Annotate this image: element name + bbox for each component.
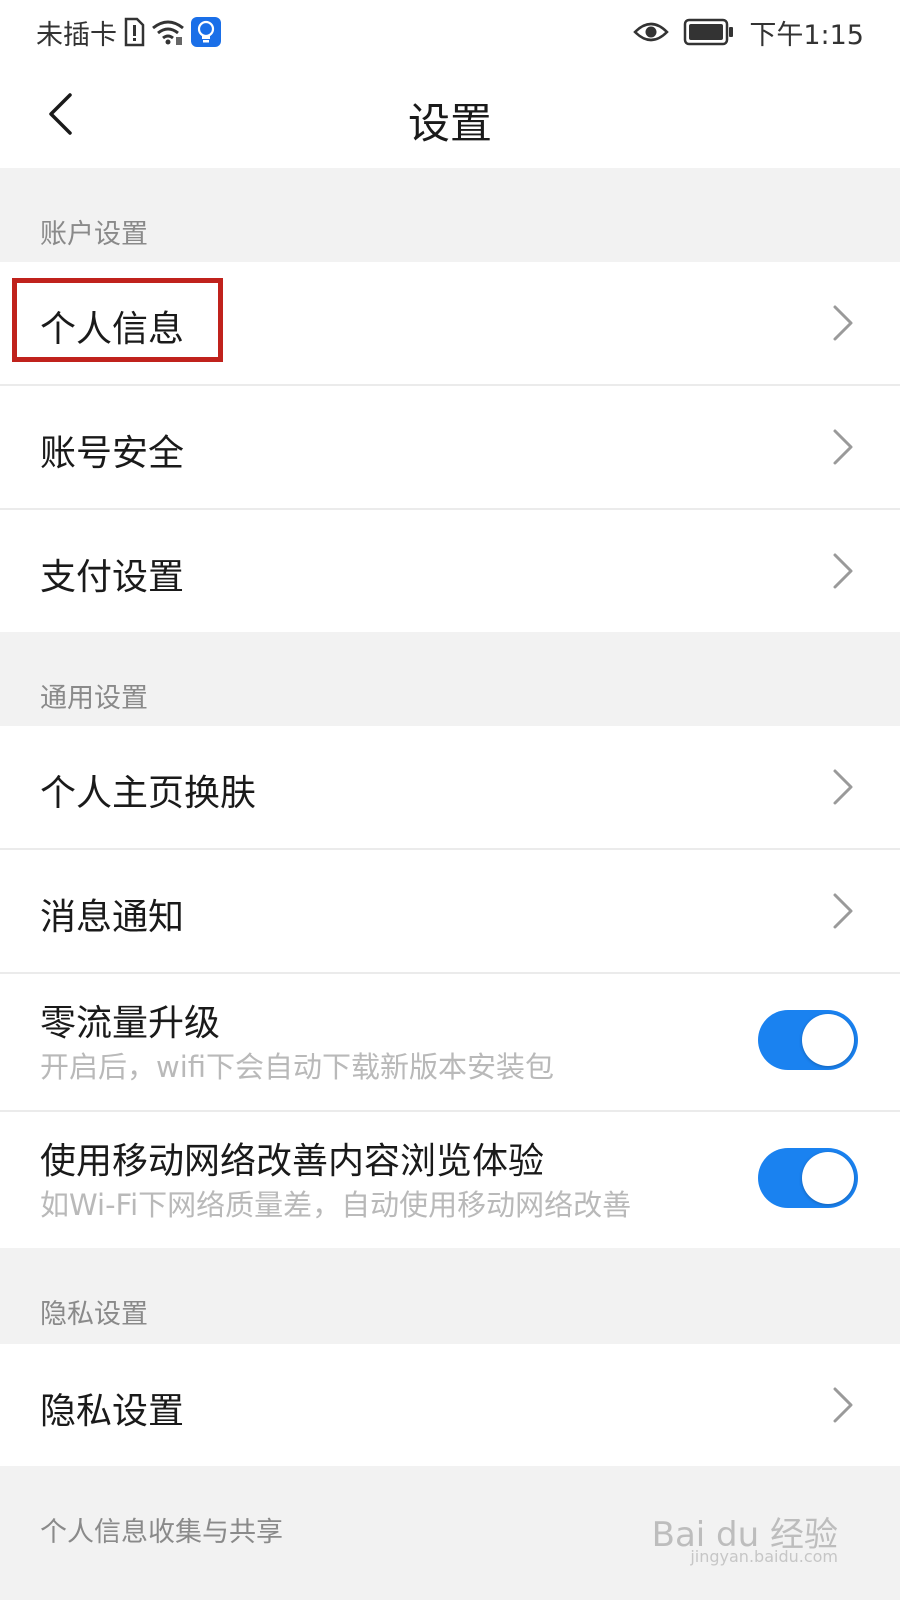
section-header-label: 个人信息收集与共享 bbox=[40, 1517, 283, 1548]
settings-row-zero-data-upgrade: 零流量升级 开启后，wifi下会自动下载新版本安装包 bbox=[0, 974, 900, 1110]
chevron-right-icon bbox=[833, 553, 853, 589]
settings-row-account-security[interactable]: 账号安全 bbox=[0, 386, 900, 508]
row-label: 个人主页换肤 bbox=[40, 773, 257, 814]
section-header-account: 账户设置 bbox=[0, 168, 900, 262]
nav-bar: 设置 bbox=[0, 62, 900, 168]
row-sublabel: 开启后，wifi下会自动下载新版本安装包 bbox=[40, 1050, 555, 1084]
mobile-network-boost-toggle[interactable] bbox=[758, 1148, 858, 1208]
row-label: 消息通知 bbox=[40, 897, 185, 938]
chevron-right-icon bbox=[833, 429, 853, 465]
toggle-knob bbox=[802, 1014, 854, 1066]
status-left: 未插卡 bbox=[36, 12, 221, 52]
chevron-right-icon bbox=[833, 305, 853, 341]
settings-row-homepage-skin[interactable]: 个人主页换肤 bbox=[0, 726, 900, 848]
status-bar: 未插卡 下午1:15 bbox=[0, 0, 900, 62]
baidu-jingyan-watermark: Bai du 经验 jingyan.baidu.com bbox=[652, 1507, 838, 1566]
lightbulb-app-icon bbox=[191, 17, 221, 47]
wifi-icon bbox=[151, 18, 185, 46]
row-sublabel: 如Wi-Fi下网络质量差，自动使用移动网络改善 bbox=[40, 1188, 632, 1222]
highlight-annotation-box bbox=[12, 278, 223, 362]
chevron-right-icon bbox=[833, 893, 853, 929]
settings-row-privacy[interactable]: 隐私设置 bbox=[0, 1344, 900, 1466]
clock: 下午1:15 bbox=[749, 19, 864, 51]
status-right: 下午1:15 bbox=[633, 12, 864, 52]
page-title: 设置 bbox=[407, 99, 492, 148]
section-header-label: 隐私设置 bbox=[40, 1299, 148, 1330]
carrier-label: 未插卡 bbox=[36, 19, 117, 51]
row-label: 隐私设置 bbox=[40, 1391, 185, 1432]
row-label: 零流量升级 bbox=[40, 1003, 221, 1044]
watermark-url: jingyan.baidu.com bbox=[690, 1547, 838, 1566]
eye-icon bbox=[633, 20, 670, 44]
row-label: 使用移动网络改善内容浏览体验 bbox=[40, 1141, 545, 1182]
toggle-knob bbox=[802, 1152, 854, 1204]
section-header-label: 通用设置 bbox=[40, 683, 148, 714]
section-header-label: 账户设置 bbox=[40, 219, 148, 250]
settings-row-mobile-network-boost: 使用移动网络改善内容浏览体验 如Wi-Fi下网络质量差，自动使用移动网络改善 bbox=[0, 1112, 900, 1248]
chevron-right-icon bbox=[833, 1387, 853, 1423]
zero-data-upgrade-toggle[interactable] bbox=[758, 1010, 858, 1070]
row-label: 支付设置 bbox=[40, 557, 185, 598]
battery-icon bbox=[683, 18, 735, 46]
sim-alert-icon bbox=[123, 17, 145, 47]
chevron-right-icon bbox=[833, 769, 853, 805]
settings-row-notifications[interactable]: 消息通知 bbox=[0, 850, 900, 972]
section-header-general: 通用设置 bbox=[0, 632, 900, 726]
settings-row-payment[interactable]: 支付设置 bbox=[0, 510, 900, 632]
section-header-privacy: 隐私设置 bbox=[0, 1248, 900, 1344]
row-label: 账号安全 bbox=[40, 433, 185, 474]
